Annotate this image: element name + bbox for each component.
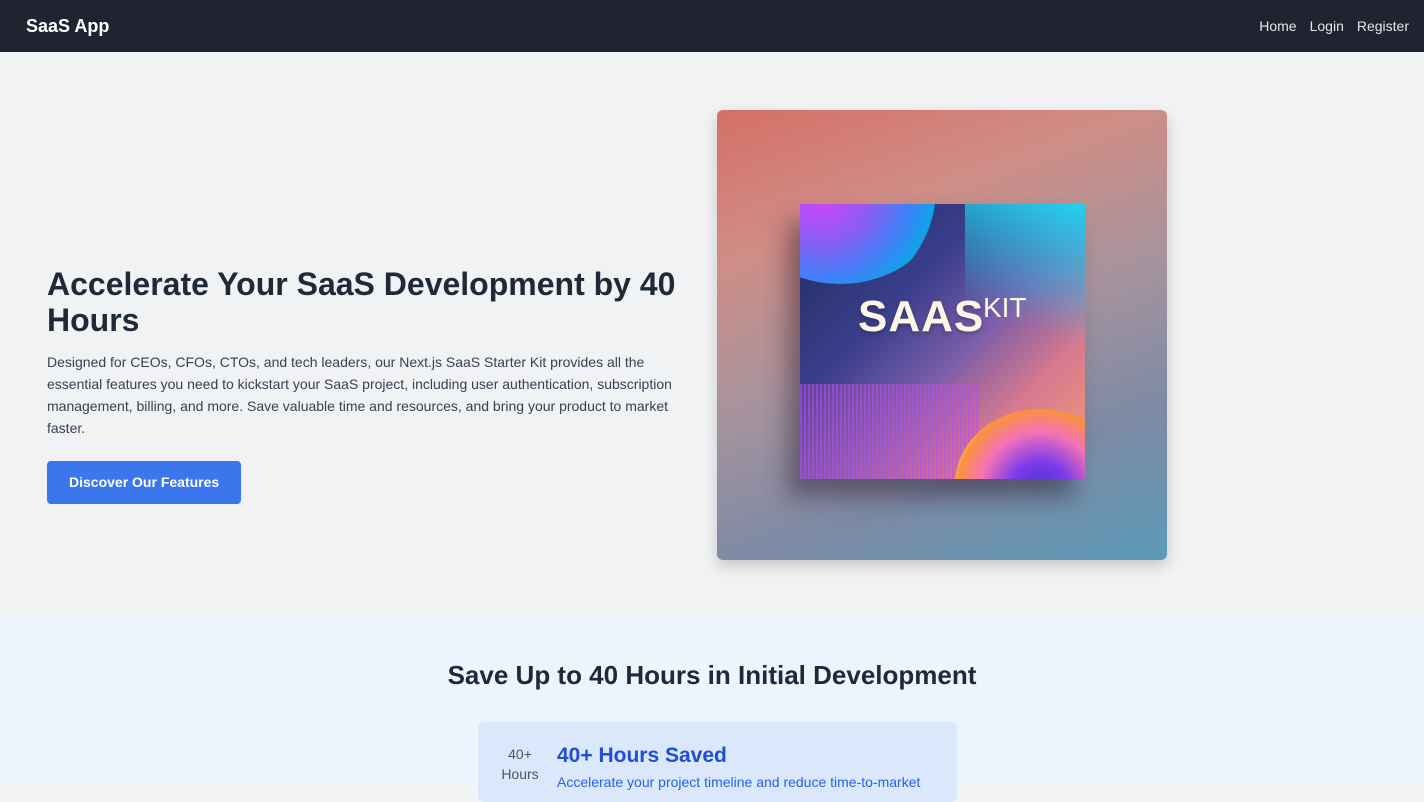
nav-links: Home Login Register bbox=[1259, 18, 1409, 34]
hero-text: Accelerate Your SaaS Development by 40 H… bbox=[47, 266, 697, 504]
top-navbar: SaaS App Home Login Register bbox=[0, 0, 1424, 52]
saas-kit-product-image: SAAS KIT bbox=[717, 110, 1167, 560]
nav-link-register[interactable]: Register bbox=[1357, 18, 1409, 34]
savings-section: Save Up to 40 Hours in Initial Developme… bbox=[0, 616, 1424, 802]
discover-features-button[interactable]: Discover Our Features bbox=[47, 461, 242, 504]
feature-title: 40+ Hours Saved bbox=[557, 744, 727, 767]
nav-link-home[interactable]: Home bbox=[1259, 18, 1296, 34]
product-label-main: SAAS bbox=[858, 292, 985, 341]
product-box: SAAS KIT bbox=[800, 204, 1085, 479]
hero-title: Accelerate Your SaaS Development by 40 H… bbox=[47, 266, 676, 338]
hero-description: Designed for CEOs, CFOs, CTOs, and tech … bbox=[47, 354, 672, 436]
feature-card: 40+ Hours 40+ Hours Saved Accelerate you… bbox=[478, 722, 957, 802]
broken-image-icon: 40+ Hours bbox=[501, 746, 539, 782]
brand-logo[interactable]: SaaS App bbox=[26, 16, 109, 37]
hero-section: Accelerate Your SaaS Development by 40 H… bbox=[0, 52, 1424, 616]
savings-section-title: Save Up to 40 Hours in Initial Developme… bbox=[447, 660, 977, 690]
nav-link-login[interactable]: Login bbox=[1310, 18, 1344, 34]
feature-description: Accelerate your project timeline and red… bbox=[557, 774, 921, 790]
stripes-graphic bbox=[800, 384, 980, 479]
wave-graphic-top bbox=[800, 204, 940, 284]
product-label-small: KIT bbox=[983, 292, 1027, 323]
